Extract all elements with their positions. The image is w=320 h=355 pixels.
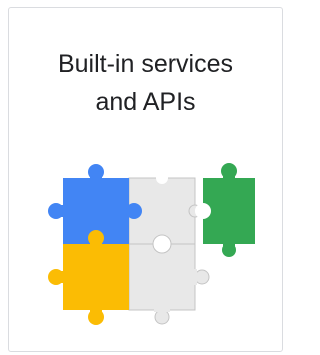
card-title-line-1: Built-in services (57, 50, 234, 78)
puzzle-piece-gray-bottom (128, 234, 210, 325)
card-title: Built-in services and APIs (9, 45, 282, 121)
puzzle-pieces-icon (48, 163, 255, 325)
puzzle-piece-green (195, 163, 255, 257)
card-title-line-2: and APIs (95, 88, 196, 116)
services-card[interactable]: Built-in services and APIs (8, 7, 283, 352)
puzzle-piece-yellow (48, 230, 129, 325)
